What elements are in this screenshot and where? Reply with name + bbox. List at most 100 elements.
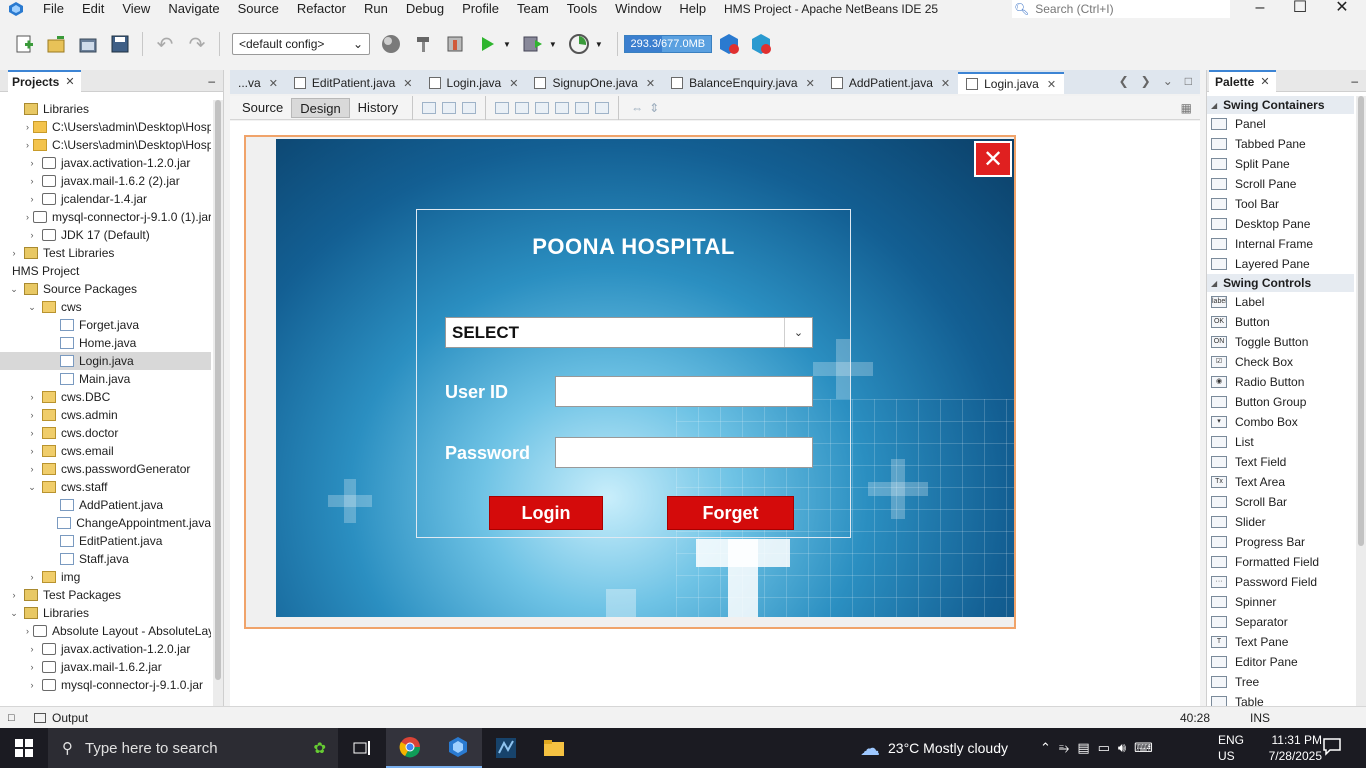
connection-mode-icon[interactable] — [442, 101, 457, 114]
palette-item[interactable]: Editor Pane — [1207, 652, 1354, 672]
chevron-right-icon[interactable]: ❯ — [1141, 74, 1151, 88]
center-vertical-icon[interactable] — [595, 101, 610, 114]
palette-item[interactable]: Progress Bar — [1207, 532, 1354, 552]
palette-item[interactable]: Desktop Pane — [1207, 214, 1354, 234]
editor-tab[interactable]: Login.java ✕ — [421, 72, 527, 94]
login-button[interactable]: Login — [489, 496, 603, 530]
palette-item[interactable]: Internal Frame — [1207, 234, 1354, 254]
expand-toggle-icon[interactable]: › — [26, 410, 38, 420]
expand-toggle-icon[interactable]: ⌄ — [26, 302, 38, 313]
tree-item[interactable]: › cws.passwordGenerator — [0, 460, 211, 478]
tree-item[interactable]: › Test Libraries — [0, 244, 211, 262]
debug-dropdown-icon[interactable]: ▼ — [549, 40, 557, 49]
tree-item[interactable]: › javax.activation-1.2.0.jar — [0, 640, 211, 658]
chrome-icon[interactable] — [386, 728, 434, 768]
editor-tab[interactable]: AddPatient.java ✕ — [823, 72, 958, 94]
expand-toggle-icon[interactable]: › — [26, 680, 38, 690]
palette-item[interactable]: ☑ Check Box — [1207, 352, 1354, 372]
editor-tab[interactable]: SignupOne.java ✕ — [526, 72, 663, 94]
menu-refactor[interactable]: Refactor — [288, 0, 355, 18]
tree-item[interactable]: › javax.activation-1.2.0.jar — [0, 154, 211, 172]
palette-item[interactable]: Scroll Pane — [1207, 174, 1354, 194]
tree-item[interactable]: ⌄ Libraries — [0, 604, 211, 622]
editor-tab[interactable]: ...va ✕ — [230, 72, 286, 94]
minimize-panel-icon[interactable]: – — [1351, 74, 1358, 88]
tree-item[interactable]: › cws.doctor — [0, 424, 211, 442]
selection-mode-icon[interactable] — [422, 101, 437, 114]
netbeans-icon[interactable] — [434, 728, 482, 768]
expand-toggle-icon[interactable]: › — [26, 392, 38, 402]
menu-team[interactable]: Team — [508, 0, 558, 18]
close-icon[interactable]: ✕ — [1047, 78, 1056, 91]
view-source-button[interactable]: Source — [234, 98, 291, 118]
expand-toggle-icon[interactable]: › — [26, 428, 38, 438]
gc-icon[interactable] — [716, 31, 742, 57]
chevron-up-icon[interactable]: ⌃ — [1040, 740, 1051, 756]
tree-item[interactable]: › javax.mail-1.6.2.jar — [0, 658, 211, 676]
maximize-editor-icon[interactable]: □ — [1185, 74, 1192, 88]
palette-item[interactable]: Panel — [1207, 114, 1354, 134]
clean-build-icon[interactable] — [442, 31, 468, 57]
run-icon[interactable] — [474, 31, 500, 57]
align-bottom-icon[interactable] — [575, 101, 590, 114]
tree-item[interactable]: ⌄ cws — [0, 298, 211, 316]
tree-item[interactable]: › Test Packages — [0, 586, 211, 604]
menu-navigate[interactable]: Navigate — [159, 0, 228, 18]
minimize-icon[interactable]: – — [1240, 0, 1280, 18]
expand-toggle-icon[interactable]: › — [26, 572, 38, 582]
editor-tab[interactable]: EditPatient.java ✕ — [286, 72, 421, 94]
search-input[interactable]: 🔍︎ Search (Ctrl+I) — [1012, 0, 1230, 18]
open-project-icon[interactable] — [75, 31, 101, 57]
menu-source[interactable]: Source — [229, 0, 288, 18]
palette-item[interactable]: ▾ Combo Box — [1207, 412, 1354, 432]
notification-icon[interactable] — [1322, 736, 1344, 758]
expand-toggle-icon[interactable]: › — [26, 230, 38, 240]
align-right-icon[interactable] — [515, 101, 530, 114]
palette-item[interactable]: Split Pane — [1207, 154, 1354, 174]
palette-item[interactable]: ◉ Radio Button — [1207, 372, 1354, 392]
palette-item[interactable]: Layered Pane — [1207, 254, 1354, 274]
profile-icon[interactable] — [566, 31, 592, 57]
resize-vertical-icon[interactable]: ⇕ — [649, 101, 659, 115]
palette-item[interactable]: ON Toggle Button — [1207, 332, 1354, 352]
debug-icon[interactable] — [520, 31, 546, 57]
forget-button[interactable]: Forget — [667, 496, 794, 530]
menu-run[interactable]: Run — [355, 0, 397, 18]
expand-toggle-icon[interactable]: › — [26, 158, 38, 168]
expand-toggle-icon[interactable]: › — [8, 248, 20, 258]
memory-usage-indicator[interactable]: 293.3/677.0MB — [623, 35, 712, 53]
output-tab[interactable]: Output — [34, 711, 88, 725]
meet-now-icon[interactable]: ▤ — [1077, 740, 1089, 756]
palette-item[interactable]: Separator — [1207, 612, 1354, 632]
tree-item[interactable]: › mysql-connector-j-9.1.0.jar — [0, 676, 211, 694]
weather-widget[interactable]: ☁ 23°C Mostly cloudy — [860, 728, 1008, 768]
mysql-workbench-icon[interactable] — [482, 728, 530, 768]
editor-tab[interactable]: Login.java ✕ — [958, 72, 1065, 94]
profile-dropdown-icon[interactable]: ▼ — [595, 40, 603, 49]
tree-item[interactable]: › cws.DBC — [0, 388, 211, 406]
minimize-panel-icon[interactable]: – — [208, 74, 215, 88]
expand-toggle-icon[interactable]: › — [26, 626, 29, 636]
tree-item[interactable]: AddPatient.java — [0, 496, 211, 514]
close-icon[interactable]: ✕ — [646, 77, 655, 90]
expand-toggle-icon[interactable]: › — [26, 140, 29, 150]
palette-category[interactable]: ◢ Swing Controls — [1207, 274, 1354, 292]
close-icon[interactable]: ✕ — [806, 77, 815, 90]
palette-category[interactable]: ◢ Swing Containers — [1207, 96, 1354, 114]
save-all-icon[interactable] — [107, 31, 133, 57]
close-window-icon[interactable]: ✕ — [1322, 0, 1362, 18]
tree-item[interactable]: Libraries — [0, 100, 211, 118]
palette-item[interactable]: Scroll Bar — [1207, 492, 1354, 512]
new-file-icon[interactable] — [11, 31, 37, 57]
language-indicator[interactable]: ENG US — [1218, 732, 1244, 764]
palette-item[interactable]: label Label — [1207, 292, 1354, 312]
palette-scrollbar[interactable] — [1356, 96, 1366, 706]
palette-item[interactable]: Tabbed Pane — [1207, 134, 1354, 154]
hammer-icon[interactable] — [410, 31, 436, 57]
expand-toggle-icon[interactable]: › — [26, 194, 38, 204]
undo-icon[interactable]: ↶ — [152, 31, 178, 57]
tab-palette[interactable]: Palette ✕ — [1209, 69, 1276, 92]
palette-item[interactable]: OK Button — [1207, 312, 1354, 332]
menu-help[interactable]: Help — [670, 0, 715, 18]
expand-toggle-icon[interactable]: › — [26, 464, 38, 474]
